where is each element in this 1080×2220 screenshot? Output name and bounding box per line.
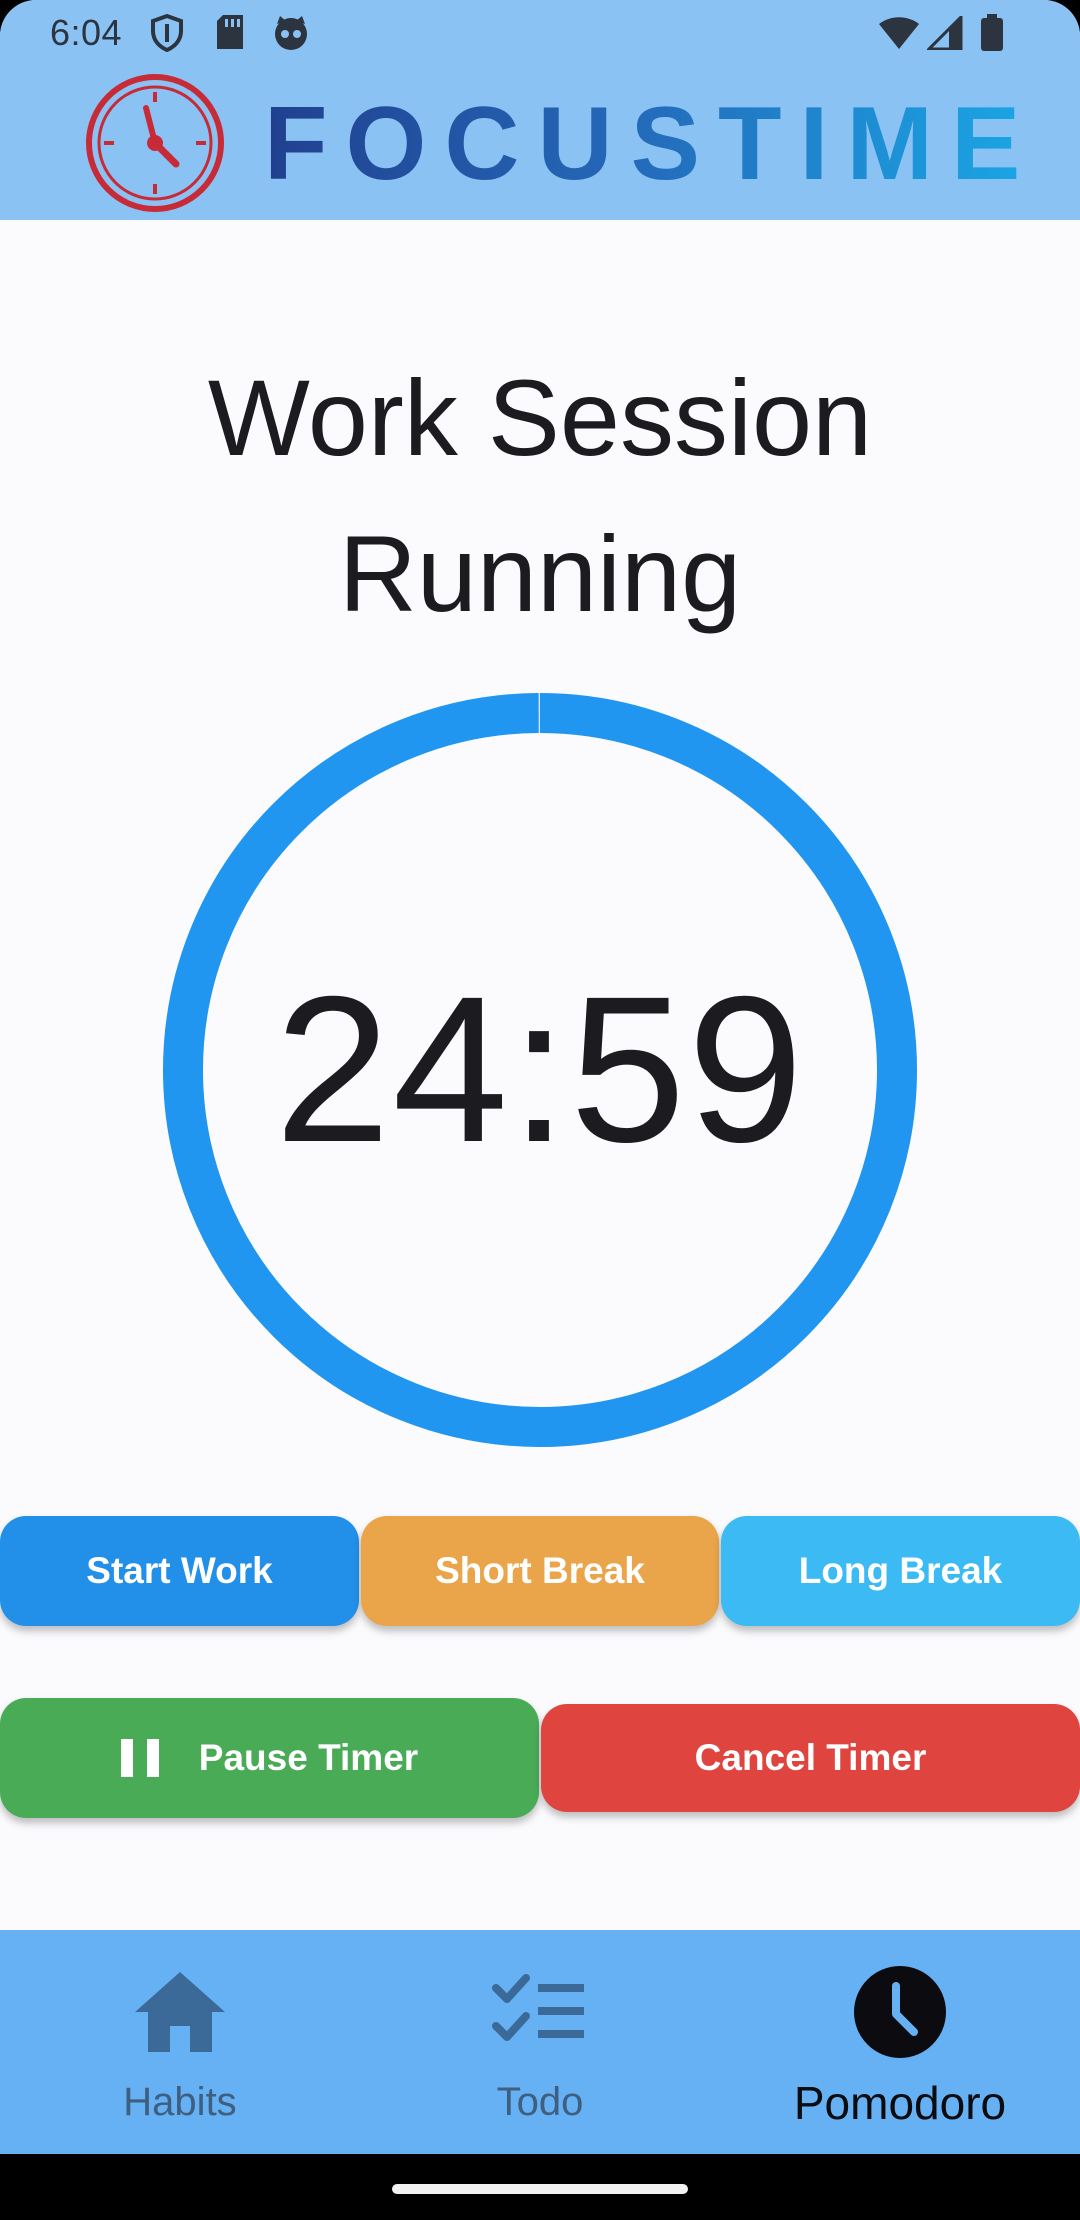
shield-icon [151, 14, 183, 52]
home-gesture-handle[interactable] [392, 2184, 688, 2194]
clock-logo-icon [86, 74, 224, 212]
battery-icon [981, 14, 1003, 51]
pause-timer-button[interactable]: Pause Timer [0, 1698, 539, 1818]
nav-item-pomodoro[interactable]: Pomodoro [720, 1930, 1080, 2154]
nav-label-todo: Todo [496, 2080, 584, 2124]
status-bar: 6:04 [0, 0, 1080, 66]
session-title: Work Session Running [207, 357, 873, 634]
pause-icon [120, 1739, 159, 1777]
wifi-icon [879, 17, 919, 49]
home-icon [135, 1972, 225, 2052]
sd-card-icon [217, 15, 243, 49]
long-break-button[interactable]: Long Break [721, 1516, 1080, 1626]
app-screen: 6:04 FOCUSTIME Work Session Running 24:5… [0, 0, 1080, 2220]
app-header: 6:04 FOCUSTIME [0, 0, 1080, 220]
pause-timer-label: Pause Timer [198, 1737, 419, 1778]
nav-label-habits: Habits [123, 2080, 237, 2124]
gesture-navigation-area [0, 2154, 1080, 2220]
timer-display: 24:59 [274, 953, 806, 1186]
status-time: 6:04 [50, 12, 123, 53]
nav-item-habits[interactable]: Habits [0, 1930, 360, 2154]
cancel-timer-button[interactable]: Cancel Timer [541, 1704, 1080, 1812]
brand-name: FOCUSTIME [264, 86, 1039, 202]
checklist-icon [492, 1974, 584, 2041]
nav-label-pomodoro: Pomodoro [793, 2077, 1007, 2129]
bottom-navigation: Habits Todo Pomodoro [0, 1930, 1080, 2154]
clock-icon [854, 1966, 946, 2058]
long-break-label: Long Break [798, 1550, 1003, 1591]
signal-icon [927, 16, 963, 50]
short-break-label: Short Break [435, 1550, 645, 1591]
cancel-timer-label: Cancel Timer [694, 1737, 927, 1778]
short-break-button[interactable]: Short Break [361, 1516, 719, 1626]
cat-icon [275, 16, 307, 50]
start-work-button[interactable]: Start Work [0, 1516, 359, 1626]
start-work-label: Start Work [86, 1550, 273, 1591]
nav-item-todo[interactable]: Todo [360, 1930, 720, 2154]
